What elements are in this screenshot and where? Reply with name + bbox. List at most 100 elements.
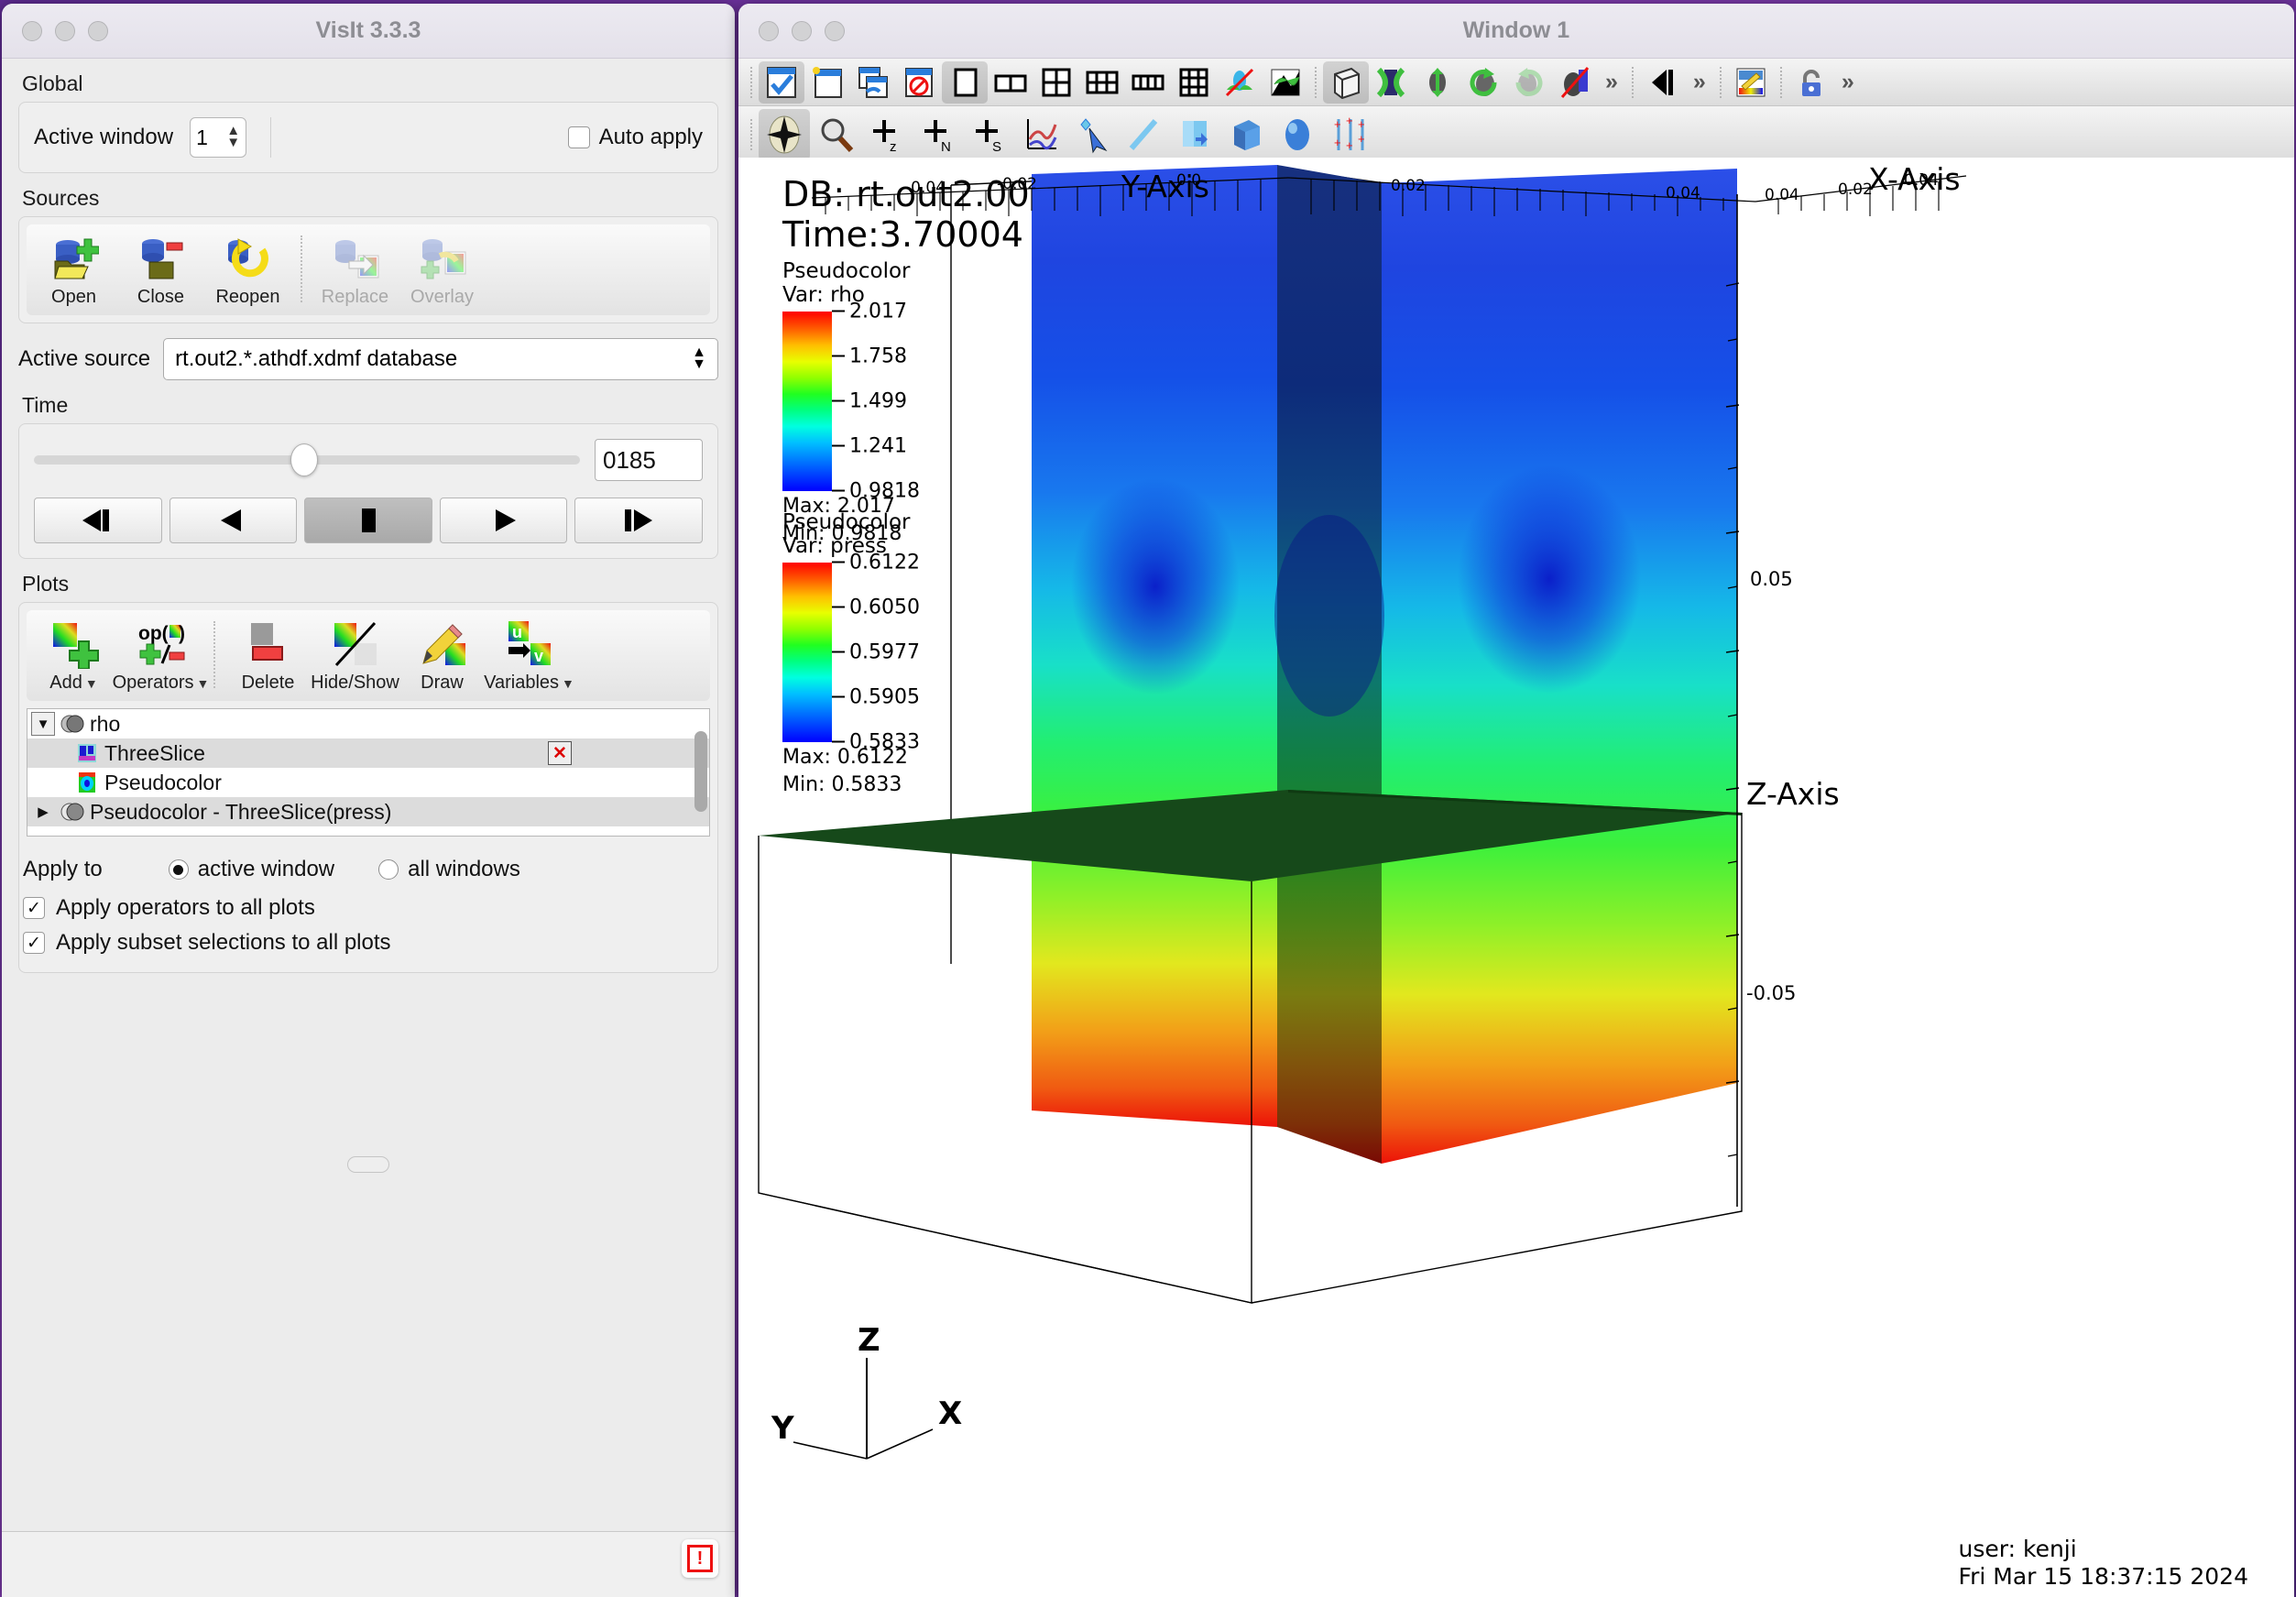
add-plot-button[interactable]: Add ▼ <box>30 616 117 697</box>
layout-1x4-button[interactable] <box>1125 61 1171 104</box>
radio-all-windows-icon[interactable] <box>378 859 399 880</box>
reverse-play-button[interactable] <box>169 498 298 543</box>
auto-apply-checkbox[interactable]: Auto apply <box>567 125 703 150</box>
auto-apply-box-icon[interactable] <box>567 126 590 148</box>
plus-n-button[interactable]: N <box>913 114 964 156</box>
plot-list-scrollbar[interactable] <box>694 731 707 812</box>
skip-forward-icon <box>625 509 653 531</box>
close-button[interactable] <box>759 20 779 41</box>
play-button[interactable] <box>439 498 568 543</box>
minimize-button[interactable] <box>792 20 812 41</box>
plot-tree-row-threeslice[interactable]: ThreeSlice ✕ <box>27 738 709 768</box>
window-controls[interactable] <box>2 20 108 41</box>
plot-tree-row-pseudocolor[interactable]: Pseudocolor <box>27 768 709 797</box>
axis-restriction-tool-button[interactable]: + + + + + + <box>1323 114 1378 156</box>
plus-z-button[interactable]: z <box>861 114 913 156</box>
lineout-button[interactable] <box>1263 61 1308 104</box>
hide-show-button[interactable]: Hide/Show <box>311 616 399 697</box>
layout-2x3-button[interactable] <box>1079 61 1125 104</box>
user-name: user: kenji <box>1958 1536 2077 1562</box>
reset-view-button[interactable] <box>1552 61 1598 104</box>
layout-2x2-button[interactable] <box>1033 61 1079 104</box>
expand-collapse-icon[interactable]: ▼ <box>31 712 55 736</box>
plot-tree-row-rho[interactable]: ▼ rho <box>27 709 709 738</box>
operators-button[interactable]: op( ) Operators ▼ <box>113 616 210 697</box>
previous-window-button[interactable] <box>1640 61 1686 104</box>
maximize-button[interactable] <box>88 20 108 41</box>
apply-subset-checkbox[interactable]: ✓ Apply subset selections to all plots <box>23 930 714 956</box>
close-source-button[interactable]: Close <box>117 230 204 312</box>
new-window-button[interactable] <box>804 61 850 104</box>
layout-1x1-button[interactable] <box>942 60 988 104</box>
spinbox-arrows-icon[interactable]: ▲ ▼ <box>226 124 240 148</box>
time-slider[interactable] <box>34 443 580 476</box>
point-tool-button[interactable] <box>1066 114 1118 156</box>
plane-tool-button[interactable] <box>1169 114 1220 156</box>
radio-active-window[interactable]: active window <box>168 857 334 882</box>
box-tool-button[interactable] <box>1220 114 1272 156</box>
clear-window-button[interactable] <box>896 61 942 104</box>
y-tick--0.02: -0.02 <box>997 175 1037 193</box>
plot-tree-row-pseudocolor-press[interactable]: ▶ Pseudocolor - ThreeSlice(press) <box>27 797 709 826</box>
chevron-more-1-icon[interactable]: » <box>1598 69 1625 95</box>
operators-icon: op( ) <box>137 619 186 669</box>
delete-plot-button[interactable]: Delete <box>224 616 312 697</box>
checkbox-checked-icon[interactable]: ✓ <box>23 897 45 919</box>
time-frame-field[interactable]: 0185 <box>595 439 703 481</box>
color-table-button[interactable] <box>1728 61 1774 104</box>
chevron-more-2-icon[interactable]: » <box>1686 69 1713 95</box>
sources-section-label: Sources <box>22 186 100 210</box>
active-source-combobox[interactable]: rt.out2.*.athdf.xdmf database ▲ ▼ <box>163 338 718 380</box>
z-tick-negative: -0.05 <box>1746 982 1797 1004</box>
variables-button[interactable]: u v Variables ▼ <box>484 616 574 697</box>
undo-view-button[interactable] <box>1460 61 1506 104</box>
radio-all-windows[interactable]: all windows <box>378 857 520 882</box>
time-slider-handle[interactable] <box>290 443 319 476</box>
layout-3x3-icon <box>1179 68 1208 96</box>
chevron-more-3-icon[interactable]: » <box>1834 69 1862 95</box>
skip-backward-button[interactable] <box>34 498 162 543</box>
open-source-button[interactable]: Open <box>30 230 117 312</box>
panel-resize-grabber[interactable] <box>347 1156 389 1173</box>
lineout-icon <box>1271 69 1300 95</box>
zoom-mode-button[interactable] <box>810 114 861 156</box>
overlay-label: Overlay <box>410 287 474 307</box>
replace-source-button[interactable]: Replace <box>312 230 399 312</box>
navigate-mode-button[interactable] <box>759 108 810 160</box>
reopen-source-button[interactable]: Reopen <box>204 230 291 312</box>
spin-mode-button[interactable] <box>1369 61 1415 104</box>
delete-operator-button[interactable]: ✕ <box>548 741 572 765</box>
lineout-tool-button[interactable] <box>1015 114 1066 156</box>
error-alert-button[interactable]: ! <box>682 1539 718 1578</box>
draw-button[interactable]: Draw <box>399 616 486 697</box>
lineout-tool-icon <box>1027 118 1057 149</box>
expand-collapse-icon[interactable]: ▶ <box>31 800 55 824</box>
skip-forward-button[interactable] <box>574 498 703 543</box>
copy-window-button[interactable] <box>850 61 896 104</box>
plot-list[interactable]: ▼ rho ThreeSlice ✕ Pseudocolor ▶ Pseudoc… <box>27 708 710 837</box>
open-label: Open <box>51 287 96 307</box>
sphere-tool-button[interactable] <box>1272 114 1323 156</box>
stop-button[interactable] <box>304 498 432 543</box>
line-tool-button[interactable] <box>1118 114 1169 156</box>
redo-view-button[interactable] <box>1506 61 1552 104</box>
apply-operators-checkbox[interactable]: ✓ Apply operators to all plots <box>23 895 714 921</box>
minimize-button[interactable] <box>55 20 75 41</box>
overlay-source-button[interactable]: Overlay <box>399 230 486 312</box>
plus-s-button[interactable]: S <box>964 114 1015 156</box>
chevron-updown-icon[interactable]: ▲ ▼ <box>692 345 706 372</box>
no-plot-button[interactable] <box>1217 61 1263 104</box>
radio-active-window-icon[interactable] <box>168 859 189 880</box>
active-window-spinbox[interactable]: 1 ▲ ▼ <box>190 117 247 158</box>
window-controls[interactable] <box>738 20 845 41</box>
lock-view-button[interactable] <box>1788 61 1834 104</box>
checkbox-checked-icon[interactable]: ✓ <box>23 932 45 954</box>
layout-1x2-button[interactable] <box>988 61 1033 104</box>
maximize-button[interactable] <box>825 20 845 41</box>
apply-button[interactable] <box>759 60 804 104</box>
bbox-mode-button[interactable] <box>1323 60 1369 104</box>
close-button[interactable] <box>22 20 42 41</box>
layout-3x3-button[interactable] <box>1171 61 1217 104</box>
flip-mode-button[interactable] <box>1415 61 1460 104</box>
render-canvas[interactable]: DB: rt.out2.00185.athdf.xdmf Time:3.7000… <box>738 158 2294 1597</box>
